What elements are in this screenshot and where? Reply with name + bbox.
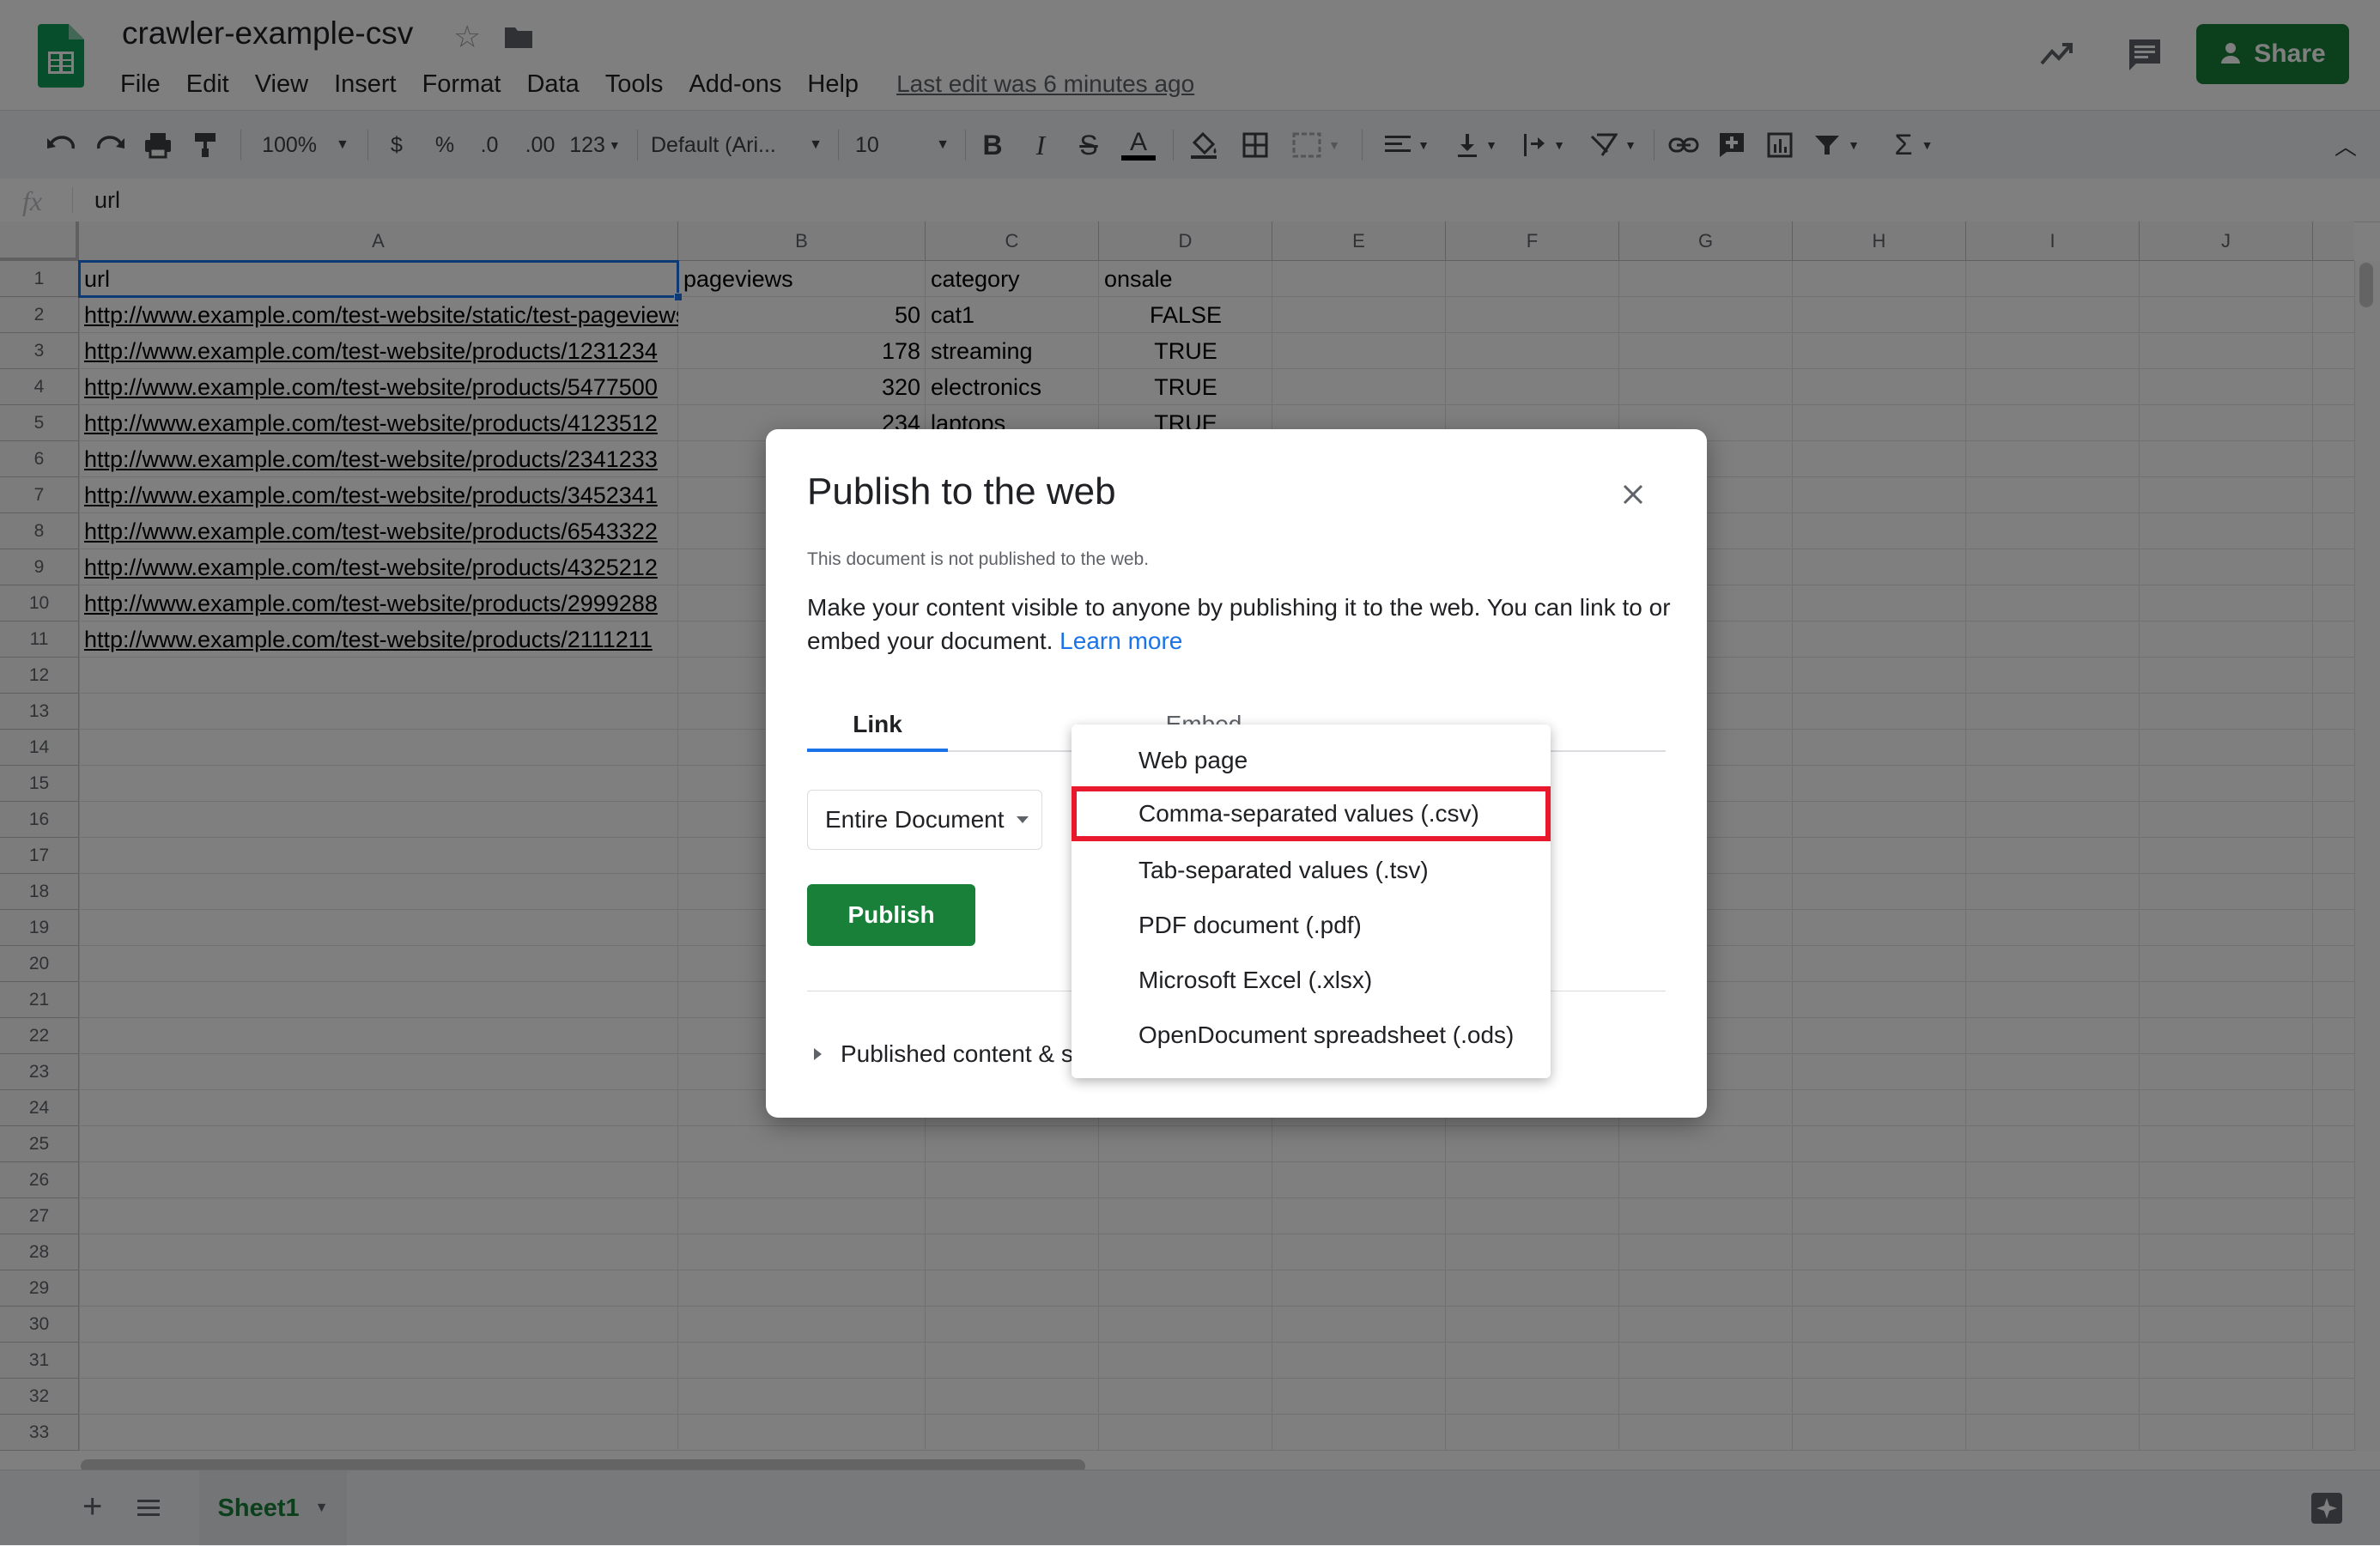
chevron-down-icon — [1016, 816, 1029, 823]
active-tab-indicator — [807, 749, 948, 752]
dialog-title: Publish to the web — [807, 470, 1116, 512]
format-option-tsv[interactable]: Tab-separated values (.tsv) — [1072, 843, 1551, 898]
tab-link[interactable]: Link — [807, 697, 948, 752]
format-option-ods[interactable]: OpenDocument spreadsheet (.ods) — [1072, 1008, 1551, 1063]
published-content-toggle[interactable]: Published content & s — [814, 1040, 1073, 1068]
expand-triangle-icon — [814, 1048, 822, 1060]
publish-button[interactable]: Publish — [807, 884, 975, 946]
scope-select[interactable]: Entire Document — [807, 790, 1042, 850]
format-option-xlsx[interactable]: Microsoft Excel (.xlsx) — [1072, 953, 1551, 1008]
publish-status: This document is not published to the we… — [807, 549, 1150, 569]
description-text: Make your content visible to anyone by p… — [807, 594, 1671, 654]
scope-value: Entire Document — [825, 806, 1005, 833]
published-content-label: Published content & s — [841, 1040, 1073, 1067]
dialog-description: Make your content visible to anyone by p… — [807, 591, 1674, 658]
format-option-web-page[interactable]: Web page — [1072, 733, 1551, 788]
learn-more-link[interactable]: Learn more — [1059, 627, 1182, 654]
close-icon[interactable] — [1619, 481, 1647, 508]
format-dropdown: Web page Comma-separated values (.csv) T… — [1072, 724, 1551, 1078]
format-option-pdf[interactable]: PDF document (.pdf) — [1072, 898, 1551, 953]
format-option-csv[interactable]: Comma-separated values (.csv) — [1072, 786, 1551, 841]
